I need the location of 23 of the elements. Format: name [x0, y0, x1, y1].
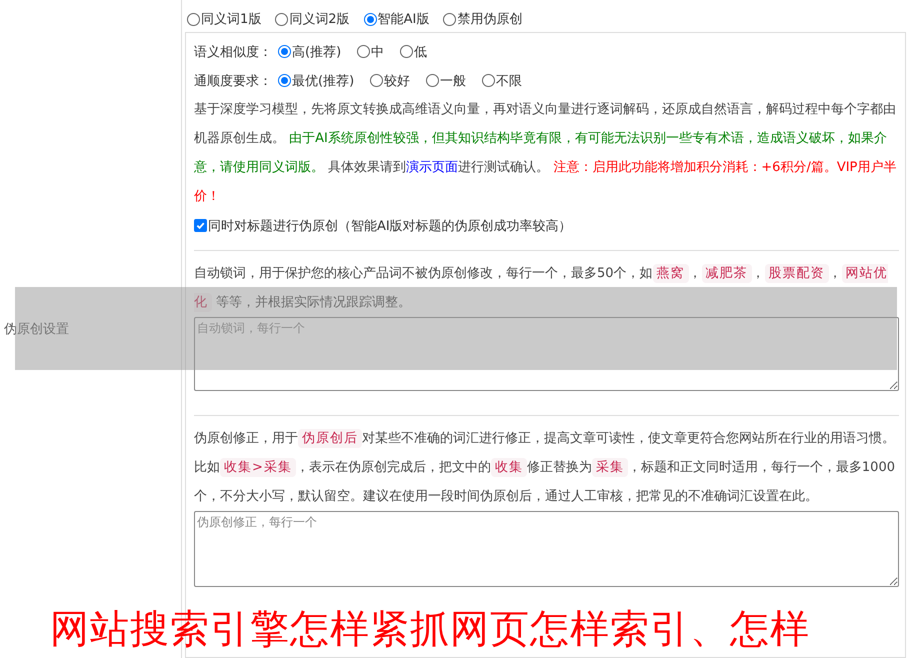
radio-option[interactable]: 最优(推荐): [278, 72, 354, 90]
radio-option[interactable]: 同义词1版: [187, 10, 262, 28]
fix-words-field[interactable]: 伪原创修正，每行一个: [194, 511, 899, 587]
radio-option[interactable]: 不限: [482, 72, 522, 90]
title-checkbox[interactable]: 同时对标题进行伪原创（智能AI版对标题的伪原创成功率较高）: [194, 216, 572, 234]
radio-option[interactable]: 中: [357, 42, 384, 60]
radio-option[interactable]: 智能AI版: [364, 10, 430, 28]
section-label: 伪原创设置: [4, 321, 69, 338]
lock-words-field[interactable]: 自动锁词，每行一个: [194, 317, 899, 391]
lock-description-text: 自动锁词，用于保护您的核心产品词不被伪原创修改，每行一个，最多50个，如 燕窝 ， 减肥茶 ， 股票配资 ， 网站优化 等等，并根据实际情况跟踪调整。: [194, 263, 889, 314]
radio-option[interactable]: 较好: [370, 72, 410, 90]
radio-option[interactable]: 高(推荐): [278, 42, 342, 60]
check-icon: [196, 221, 205, 230]
ai-description-text: 基于深度学习模型，先将原文转换成高维语义向量，再对语义向量进行逐词解码，还原成自然语言，解码过程中每个字都由机器原创生成。 由于AI系统原创性较强，但其知识结构毕竟有限，有可能无法识别一些专有术语，造成语义破坏，如果介意，请使用同义词版。 具体效果请到演示页面进行测试确认。 注意：启用此功能将增加积分消耗：+6积分/篇。VIP用户半价！: [194, 101, 898, 206]
radio-option[interactable]: 一般: [426, 72, 466, 90]
radio-option[interactable]: 禁用伪原创: [443, 10, 522, 28]
demo-page-link[interactable]: 演示页面: [406, 160, 458, 175]
fix-description-text: 伪原创修正，用于 伪原创后 对某些不准确的词汇进行修正，提高文章可读性，使文章更符合您网站所在行业的用语习惯。比如 收集>采集 ，表示在伪原创完成后，把文中的 收集 修正替换为 采集 ，标题和正文同时适用，每行一个，最多1000个，不分大小写，默认留空。建议在使用一段时间伪原创后，通过人工审核，把常见的不准确词汇设置在此。: [194, 428, 896, 506]
radio-option[interactable]: 低: [400, 42, 428, 60]
field-label: 语义相似度：: [194, 44, 272, 60]
radio-option[interactable]: 同义词2版: [275, 10, 350, 28]
field-label: 通顺度要求：: [194, 72, 272, 90]
caption-text: 网站搜索引擎怎样紧抓网页怎样索引、怎样: [50, 606, 810, 654]
